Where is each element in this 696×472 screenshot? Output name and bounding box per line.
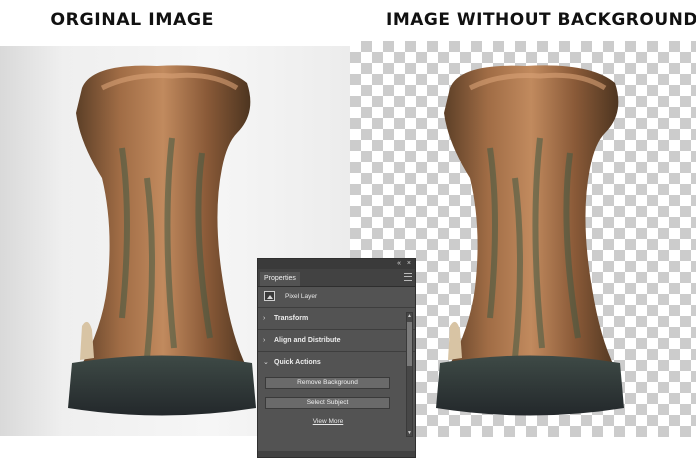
- view-more-link[interactable]: View More: [258, 418, 398, 425]
- remove-background-button[interactable]: Remove Background: [265, 377, 390, 389]
- section-align-distribute[interactable]: › Align and Distribute: [258, 330, 415, 352]
- scroll-up-icon[interactable]: ▲: [407, 313, 412, 319]
- chevron-right-icon: ›: [263, 315, 266, 322]
- section-label: Align and Distribute: [274, 337, 341, 344]
- scroll-thumb[interactable]: [407, 322, 412, 366]
- panel-titlebar: « ×: [258, 259, 415, 269]
- panel-bottom-bar: [258, 451, 415, 457]
- section-quick-actions[interactable]: ⌄ Quick Actions: [258, 352, 415, 373]
- chevron-down-icon: ⌄: [263, 359, 269, 366]
- original-image-heading: ORGINAL IMAGE: [50, 10, 215, 30]
- sculpture-original: [68, 65, 256, 416]
- properties-panel: « × Properties Pixel Layer › Transform ›…: [257, 258, 416, 458]
- sculpture-cutout: [436, 65, 624, 416]
- panel-menu-icon[interactable]: [404, 273, 412, 281]
- chevron-right-icon: ›: [263, 337, 266, 344]
- tab-properties[interactable]: Properties: [260, 272, 300, 286]
- close-panel-icon[interactable]: ×: [407, 259, 411, 269]
- panel-scrollbar[interactable]: ▲ ▼: [406, 312, 413, 437]
- section-transform[interactable]: › Transform: [258, 308, 415, 330]
- layer-type-row: Pixel Layer: [258, 287, 415, 308]
- collapse-panel-icon[interactable]: «: [397, 259, 401, 269]
- section-label: Transform: [274, 315, 309, 322]
- scroll-down-icon[interactable]: ▼: [407, 430, 412, 436]
- no-background-heading: IMAGE WITHOUT BACKGROUND: [386, 10, 696, 30]
- pixel-layer-icon: [264, 291, 275, 301]
- layer-type-label: Pixel Layer: [285, 293, 318, 300]
- panel-tab-bar: Properties: [258, 269, 415, 287]
- section-label: Quick Actions: [274, 359, 321, 366]
- select-subject-button[interactable]: Select Subject: [265, 397, 390, 409]
